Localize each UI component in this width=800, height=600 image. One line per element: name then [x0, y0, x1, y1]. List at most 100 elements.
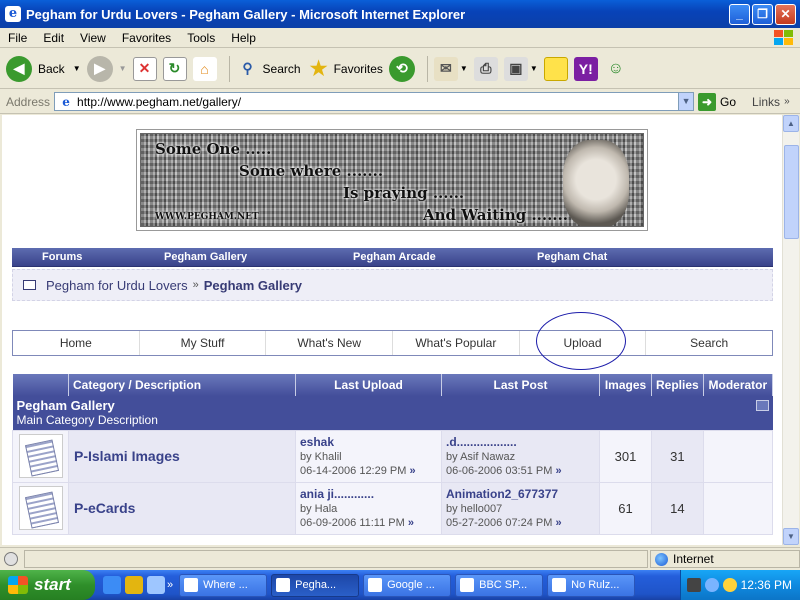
- minimize-button[interactable]: _: [729, 3, 750, 25]
- breadcrumb-root[interactable]: Pegham for Urdu Lovers: [46, 278, 188, 293]
- table-row: P-eCards ania ji............ by Hala 06-…: [12, 481, 774, 535]
- messenger-button[interactable]: ☺: [604, 57, 628, 81]
- header-category: Category / Description: [68, 374, 296, 396]
- mail-button[interactable]: ✉ ▼: [433, 56, 468, 81]
- banner-photo: [563, 140, 629, 226]
- security-zone: Internet: [650, 550, 800, 568]
- menu-tools[interactable]: Tools: [179, 31, 223, 45]
- menu-favorites[interactable]: Favorites: [114, 31, 179, 45]
- task-pegham[interactable]: Pegha...: [271, 573, 360, 597]
- menu-help[interactable]: Help: [223, 31, 264, 45]
- nav-arcade[interactable]: Pegham Arcade: [353, 251, 436, 263]
- breadcrumb-current[interactable]: Pegham Gallery: [204, 278, 302, 293]
- back-arrow-icon: ◀: [6, 55, 32, 82]
- header-replies: Replies: [651, 374, 704, 396]
- ie-icon: [184, 578, 199, 592]
- messenger-quicklaunch-icon[interactable]: [125, 576, 143, 594]
- scroll-thumb[interactable]: [784, 145, 799, 239]
- forward-button[interactable]: ▶ ▼: [86, 55, 127, 82]
- last-post-title[interactable]: Animation2_677377: [446, 487, 558, 501]
- note-button[interactable]: [543, 56, 568, 81]
- address-label: Address: [6, 94, 51, 109]
- clock[interactable]: 12:36 PM: [741, 578, 792, 592]
- goto-arrow-icon[interactable]: »: [555, 465, 561, 477]
- scroll-up-icon[interactable]: ▲: [783, 115, 799, 132]
- category-name[interactable]: P-Islami Images: [69, 448, 180, 464]
- task-google[interactable]: Google ...: [363, 573, 452, 597]
- images-count: 301: [599, 429, 652, 483]
- address-bar: Address e http://www.pegham.net/gallery/…: [0, 90, 800, 114]
- tab-search[interactable]: Search: [646, 331, 772, 355]
- last-upload-date: 06-14-2006 12:29 PM: [300, 464, 407, 477]
- toolbar: ◀ Back ▼ ▶ ▼ ✕ ↻ ⌂ ⚲ Search ★ Favorites …: [0, 49, 800, 89]
- tab-whats-popular[interactable]: What's Popular: [393, 331, 520, 355]
- header-last-upload: Last Upload: [295, 374, 442, 396]
- links-button[interactable]: Links: [752, 95, 780, 109]
- yahoo-button[interactable]: Y!: [573, 56, 598, 81]
- nav-gallery[interactable]: Pegham Gallery: [164, 251, 247, 263]
- note-icon: [543, 56, 568, 81]
- category-name[interactable]: P-eCards: [69, 500, 135, 516]
- page-icon: e: [62, 94, 70, 109]
- ie-icon: [276, 578, 291, 592]
- maximize-button[interactable]: ❐: [752, 3, 773, 25]
- tab-upload[interactable]: Upload: [520, 331, 647, 355]
- edit-button[interactable]: ▣ ▼: [503, 56, 538, 81]
- status-bar: Internet: [0, 547, 800, 570]
- nav-forums[interactable]: Forums: [42, 251, 82, 263]
- smiley-tray-icon[interactable]: [722, 578, 737, 592]
- task-bbc[interactable]: BBC SP...: [455, 573, 544, 597]
- goto-arrow-icon[interactable]: »: [408, 517, 414, 529]
- task-where[interactable]: Where ...: [179, 573, 268, 597]
- user-tray-icon[interactable]: [704, 578, 719, 592]
- printer-icon: ⎙: [473, 56, 498, 81]
- history-button[interactable]: ⟲: [388, 55, 415, 82]
- start-button[interactable]: start: [0, 570, 95, 600]
- vertical-scrollbar[interactable]: ▲ ▼: [782, 115, 799, 545]
- menu-file[interactable]: File: [0, 31, 35, 45]
- ie-quicklaunch-icon[interactable]: [103, 576, 121, 594]
- ie-icon: e: [5, 6, 21, 22]
- nav-chat[interactable]: Pegham Chat: [537, 251, 607, 263]
- title-bar: e Pegham for Urdu Lovers - Pegham Galler…: [0, 0, 800, 28]
- address-dropdown-icon[interactable]: ▼: [678, 93, 694, 110]
- goto-arrow-icon[interactable]: »: [409, 465, 415, 477]
- address-input[interactable]: e http://www.pegham.net/gallery/ ▼: [54, 92, 695, 111]
- goto-arrow-icon[interactable]: »: [555, 517, 561, 529]
- tab-whats-new[interactable]: What's New: [266, 331, 394, 355]
- tab-home[interactable]: Home: [13, 331, 140, 355]
- stop-button[interactable]: ✕: [132, 56, 157, 81]
- last-upload-title[interactable]: eshak: [300, 435, 334, 449]
- page-viewport: Some One ..... Some where ....... Is pra…: [2, 115, 782, 545]
- last-post-date: 05-27-2006 07:24 PM: [446, 516, 553, 529]
- task-norulz[interactable]: No Rulz...: [547, 573, 636, 597]
- back-label: Back: [38, 61, 65, 76]
- tab-my-stuff[interactable]: My Stuff: [140, 331, 267, 355]
- network-tray-icon[interactable]: [686, 578, 701, 592]
- section-name[interactable]: Pegham Gallery: [17, 398, 769, 413]
- go-button[interactable]: ➜ Go: [698, 92, 736, 111]
- page-status-icon: [4, 552, 18, 566]
- go-arrow-icon: ➜: [698, 92, 717, 111]
- collapse-icon[interactable]: [755, 400, 769, 411]
- menu-view[interactable]: View: [72, 31, 114, 45]
- home-button[interactable]: ⌂: [192, 56, 217, 81]
- close-button[interactable]: ✕: [775, 3, 796, 25]
- history-icon: ⟲: [388, 55, 415, 82]
- last-upload-title[interactable]: ania ji............: [300, 487, 374, 501]
- refresh-button[interactable]: ↻: [162, 56, 187, 81]
- banner-url: WWW.PEGHAM.NET: [155, 212, 259, 222]
- menu-edit[interactable]: Edit: [35, 31, 72, 45]
- search-button[interactable]: ⚲ Search: [236, 57, 300, 81]
- browser-quicklaunch-icon[interactable]: [147, 576, 165, 594]
- print-button[interactable]: ⎙: [473, 56, 498, 81]
- system-tray: 12:36 PM: [680, 570, 800, 600]
- last-post-title[interactable]: .d..................: [446, 435, 517, 449]
- scroll-down-icon[interactable]: ▼: [783, 528, 799, 545]
- breadcrumb-separator: »: [192, 279, 199, 291]
- messenger-icon: ☺: [607, 59, 624, 77]
- address-url[interactable]: http://www.pegham.net/gallery/: [77, 95, 678, 109]
- favorites-button[interactable]: ★ Favorites: [307, 57, 383, 81]
- back-button[interactable]: ◀ Back ▼: [6, 55, 81, 82]
- zone-label: Internet: [673, 552, 714, 566]
